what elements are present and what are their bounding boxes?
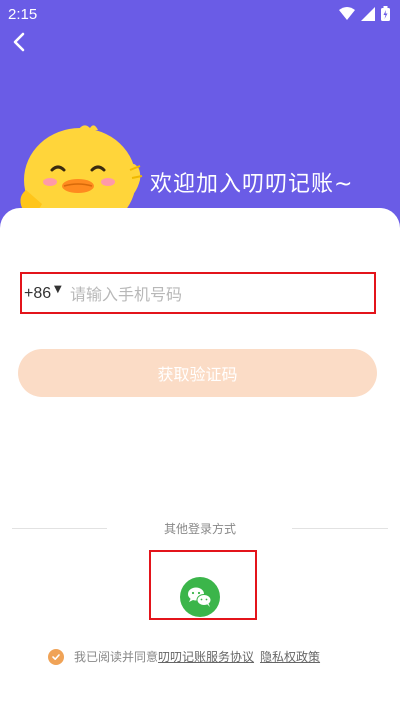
duck-mascot-icon [20,125,143,220]
privacy-policy-link[interactable]: 隐私权政策 [260,648,320,665]
signal-icon [361,6,375,21]
welcome-title: 欢迎加入叨叨记账~ [150,172,354,197]
back-arrow-icon[interactable] [8,30,32,54]
divider-right [292,528,388,529]
get-code-button[interactable]: 获取验证码 [18,349,377,397]
wechat-icon [188,587,212,607]
chevron-down-icon[interactable]: ▼ [54,284,62,295]
wechat-login-highlight [149,550,257,620]
header: 2:15 欢迎加入叨叨记账~ [0,0,400,240]
other-login-label: 其他登录方式 [163,522,236,536]
check-icon [52,653,60,660]
divider-left [12,528,107,529]
agreement-prefix: 我已阅读并同意 [74,650,159,664]
status-time: 2:15 [8,6,38,23]
phone-input[interactable] [70,282,360,306]
status-icons [339,6,390,21]
service-agreement-link[interactable]: 叨叨记账服务协议 [158,648,254,665]
agree-checkbox[interactable] [48,648,64,665]
agreement-row: 我已阅读并同意 叨叨记账服务协议 隐私权政策 [48,648,320,665]
country-code-select[interactable]: +86 [24,285,51,303]
status-bar: 2:15 [0,0,400,28]
wechat-login-button[interactable] [180,577,220,617]
wifi-icon [339,6,355,20]
phone-input-row: +86 ▼ [20,272,376,314]
battery-icon [381,6,390,21]
